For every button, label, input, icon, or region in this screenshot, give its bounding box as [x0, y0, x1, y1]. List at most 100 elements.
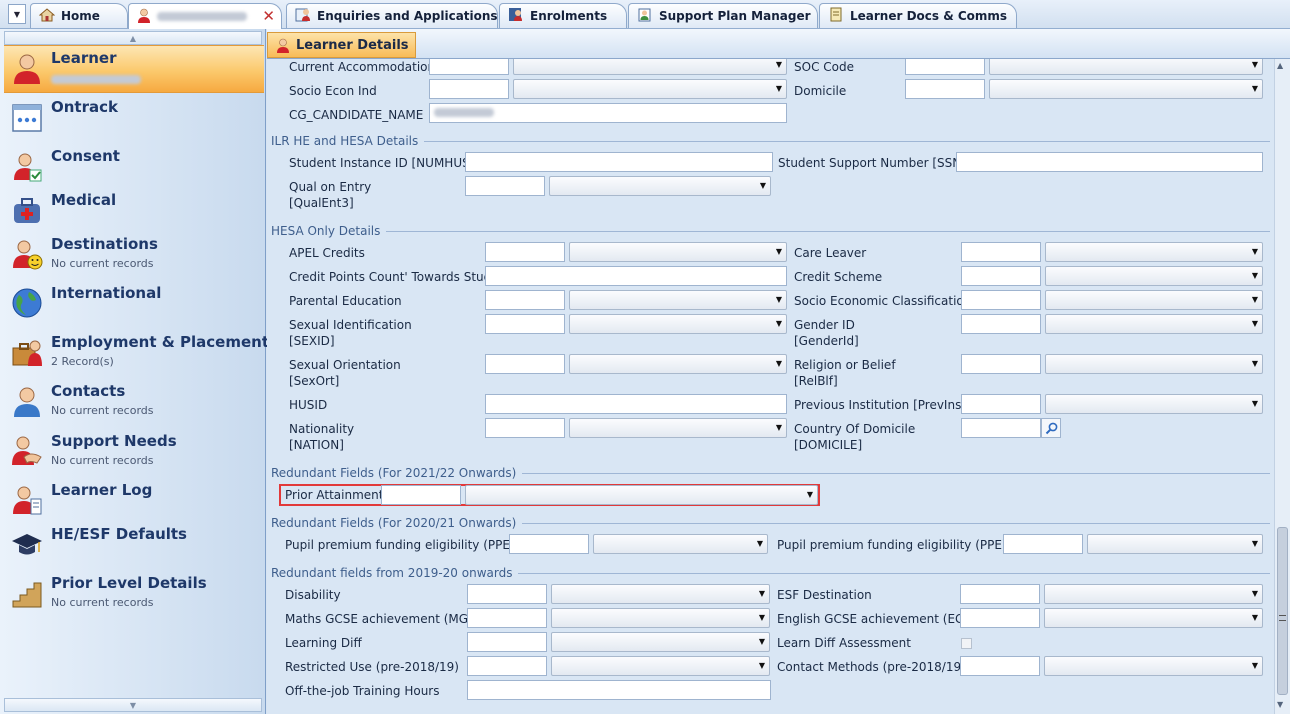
sidebar-item-ontrack[interactable]: Ontrack — [4, 95, 264, 143]
maths-gcse-select[interactable]: ▼ — [551, 608, 770, 628]
esf-destination-select[interactable]: ▼ — [1044, 584, 1263, 604]
off-the-job-input[interactable] — [467, 680, 771, 700]
ilr-section-header: ILR HE and HESA Details — [271, 134, 1270, 148]
chevron-down-icon: ▼ — [775, 247, 782, 256]
ppe2-select[interactable]: ▼ — [1087, 534, 1263, 554]
soc-code-select[interactable]: ▼ — [989, 59, 1263, 75]
sexual-orientation-label: Sexual Orientation — [289, 358, 401, 372]
restricted-use-input[interactable] — [467, 656, 547, 676]
sidebar-item-destinations[interactable]: Destinations No current records — [4, 232, 264, 280]
gender-id-select[interactable]: ▼ — [1045, 314, 1263, 334]
country-of-domicile-input[interactable] — [961, 418, 1041, 438]
tab-learner-details[interactable]: Learner Details — [267, 32, 416, 58]
sexual-orientation-select[interactable]: ▼ — [569, 354, 787, 374]
tab-enrolments[interactable]: Enrolments — [499, 3, 627, 28]
scroll-down-arrow-icon[interactable]: ▼ — [1277, 700, 1283, 709]
husid-input[interactable] — [485, 394, 787, 414]
sidebar-item-consent[interactable]: Consent — [4, 144, 264, 192]
sexual-identification-select[interactable]: ▼ — [569, 314, 787, 334]
previous-institution-select[interactable]: ▼ — [1045, 394, 1263, 414]
sidebar-item-employment[interactable]: Employment & Placements 2 Record(s) — [4, 330, 278, 378]
sexual-identification-input[interactable] — [485, 314, 565, 334]
qual-on-entry-select[interactable]: ▼ — [549, 176, 771, 196]
sidebar-item-international[interactable]: International — [4, 281, 264, 329]
previous-institution-input[interactable] — [961, 394, 1041, 414]
prior-attainment-select[interactable]: ▼ — [465, 485, 818, 505]
current-accommodation-select[interactable]: ▼ — [513, 59, 787, 75]
contact-methods-select[interactable]: ▼ — [1044, 656, 1263, 676]
gender-id-input[interactable] — [961, 314, 1041, 334]
scroll-up-arrow-icon[interactable]: ▲ — [1277, 61, 1283, 70]
main-panel: Learner Details Current Accommodation ▼ … — [267, 29, 1290, 714]
student-instance-id-input[interactable] — [465, 152, 773, 172]
sexual-orientation-input[interactable] — [485, 354, 565, 374]
domicile-label: Domicile — [794, 84, 847, 98]
ppe1-select[interactable]: ▼ — [593, 534, 768, 554]
scrollbar-thumb[interactable] — [1277, 527, 1288, 695]
learner-log-icon — [13, 486, 42, 515]
graduation-cap-icon — [12, 534, 42, 555]
student-support-number-input[interactable] — [956, 152, 1263, 172]
religion-select[interactable]: ▼ — [1045, 354, 1263, 374]
disability-input[interactable] — [467, 584, 547, 604]
care-leaver-input[interactable] — [961, 242, 1041, 262]
sidebar-scroll-down[interactable]: ▼ — [4, 698, 262, 712]
sexual-identification-code: [SEXID] — [289, 334, 335, 348]
sidebar-item-learner-log[interactable]: Learner Log — [4, 478, 264, 526]
english-gcse-input[interactable] — [960, 608, 1040, 628]
ppe1-input[interactable] — [509, 534, 589, 554]
credit-scheme-select[interactable]: ▼ — [1045, 266, 1263, 286]
socio-economic-classification-select[interactable]: ▼ — [1045, 290, 1263, 310]
nationality-select[interactable]: ▼ — [569, 418, 787, 438]
learn-diff-assessment-checkbox[interactable] — [961, 638, 972, 649]
religion-input[interactable] — [961, 354, 1041, 374]
sidebar-scroll-up[interactable]: ▲ — [4, 31, 262, 45]
sidebar-item-learner[interactable]: Learner — [4, 45, 264, 93]
apel-credits-input[interactable] — [485, 242, 565, 262]
qual-on-entry-label: Qual on Entry — [289, 180, 372, 194]
qual-on-entry-input[interactable] — [465, 176, 545, 196]
chevron-down-icon: ▼ — [1251, 84, 1258, 93]
domicile-select[interactable]: ▼ — [989, 79, 1263, 99]
esf-destination-input[interactable] — [960, 584, 1040, 604]
sidebar-item-medical[interactable]: Medical — [4, 188, 264, 236]
destinations-icon — [13, 240, 43, 270]
credit-scheme-input[interactable] — [961, 266, 1041, 286]
nationality-input[interactable] — [485, 418, 565, 438]
prior-attainment-input[interactable] — [381, 485, 461, 505]
tab-home[interactable]: Home — [30, 3, 128, 28]
ppe2-input[interactable] — [1003, 534, 1083, 554]
sidebar-item-contacts[interactable]: Contacts No current records — [4, 379, 264, 427]
learning-diff-select[interactable]: ▼ — [551, 632, 770, 652]
credit-points-input[interactable] — [485, 266, 787, 286]
tab-learner[interactable]: ✕ — [128, 3, 282, 29]
contact-methods-input[interactable] — [960, 656, 1040, 676]
cg-candidate-name-input[interactable] — [429, 103, 787, 123]
tab-dropdown-button[interactable]: ▼ — [8, 4, 26, 24]
sidebar-item-prior-level-details[interactable]: Prior Level Details No current records — [4, 571, 264, 619]
restricted-use-select[interactable]: ▼ — [551, 656, 770, 676]
socio-econ-ind-select[interactable]: ▼ — [513, 79, 787, 99]
apel-credits-select[interactable]: ▼ — [569, 242, 787, 262]
domicile-input[interactable] — [905, 79, 985, 99]
close-icon[interactable]: ✕ — [262, 7, 275, 25]
disability-select[interactable]: ▼ — [551, 584, 770, 604]
tab-support-plan-manager[interactable]: Support Plan Manager — [628, 3, 818, 28]
form-vertical-scrollbar[interactable]: ▲ ▼ — [1274, 59, 1290, 714]
tab-enquiries[interactable]: Enquiries and Applications — [286, 3, 498, 28]
soc-code-input[interactable] — [905, 59, 985, 75]
maths-gcse-input[interactable] — [467, 608, 547, 628]
learning-diff-input[interactable] — [467, 632, 547, 652]
sidebar-item-he-esf-defaults[interactable]: HE/ESF Defaults — [4, 522, 264, 570]
sidebar-item-support-needs[interactable]: Support Needs No current records — [4, 429, 264, 477]
country-of-domicile-search-button[interactable] — [1041, 418, 1061, 438]
socio-economic-classification-input[interactable] — [961, 290, 1041, 310]
socio-econ-ind-input[interactable] — [429, 79, 509, 99]
tab-learner-docs[interactable]: Learner Docs & Comms — [819, 3, 1017, 28]
parental-education-select[interactable]: ▼ — [569, 290, 787, 310]
english-gcse-select[interactable]: ▼ — [1044, 608, 1263, 628]
current-accommodation-input[interactable] — [429, 59, 509, 75]
care-leaver-select[interactable]: ▼ — [1045, 242, 1263, 262]
docs-icon — [828, 7, 844, 25]
parental-education-input[interactable] — [485, 290, 565, 310]
